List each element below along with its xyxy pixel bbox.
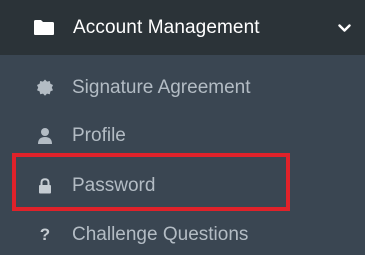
account-management-submenu: Signature Agreement Profile Password ? C… — [0, 55, 365, 255]
account-management-panel: Account Management Signature Agreement P… — [0, 0, 365, 261]
menu-item-label: Signature Agreement — [72, 77, 251, 98]
divider — [0, 255, 365, 261]
menu-item-profile[interactable]: Profile — [0, 112, 365, 160]
menu-item-label: Profile — [72, 125, 126, 146]
menu-item-label: Password — [72, 175, 156, 196]
chevron-down-icon[interactable] — [338, 20, 351, 32]
menu-item-signature-agreement[interactable]: Signature Agreement — [0, 64, 365, 112]
account-management-header[interactable]: Account Management — [0, 0, 365, 55]
seal-icon — [36, 79, 54, 97]
menu-item-label: Challenge Questions — [72, 224, 249, 245]
menu-item-challenge-questions[interactable]: ? Challenge Questions — [0, 211, 365, 259]
lock-icon — [36, 177, 54, 195]
menu-item-password[interactable]: Password — [0, 162, 365, 210]
account-management-title: Account Management — [73, 16, 260, 38]
user-icon — [36, 127, 54, 145]
folder-icon — [33, 19, 55, 36]
question-icon: ? — [39, 225, 51, 244]
